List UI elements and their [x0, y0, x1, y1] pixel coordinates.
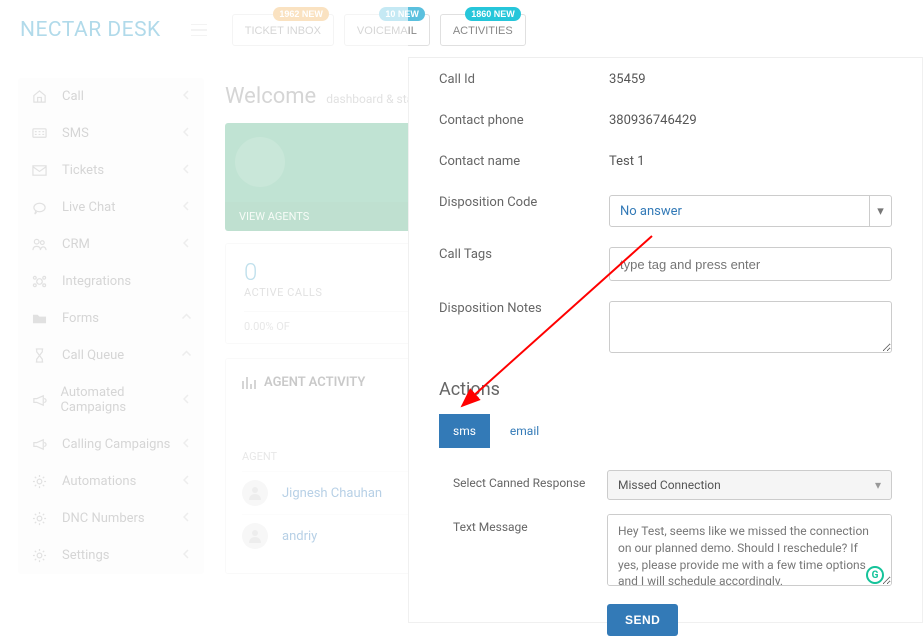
call-details-panel: Call Id 35459 Contact phone 380936746429…	[408, 57, 923, 623]
call-tags-input[interactable]	[609, 247, 892, 281]
grammarly-icon	[866, 566, 884, 584]
disposition-notes-label: Disposition Notes	[439, 301, 609, 316]
canned-response-label: Select Canned Response	[453, 470, 607, 490]
disposition-select[interactable]: No answer ▾	[609, 195, 892, 227]
overlay-dim	[0, 0, 408, 623]
text-message-textarea[interactable]	[607, 514, 892, 586]
send-button[interactable]: SEND	[607, 604, 678, 636]
badge: 1860 NEW	[465, 7, 521, 21]
call-id-label: Call Id	[439, 72, 609, 87]
call-tags-label: Call Tags	[439, 247, 609, 262]
contact-name-label: Contact name	[439, 154, 609, 169]
top-button-activities[interactable]: ACTIVITIES1860 NEW	[440, 14, 526, 46]
disposition-label: Disposition Code	[439, 195, 609, 210]
contact-phone-value: 380936746429	[609, 113, 697, 128]
text-message-label: Text Message	[453, 514, 607, 534]
tab-sms[interactable]: sms	[439, 414, 490, 448]
canned-response-select[interactable]: Missed Connection ▾	[607, 470, 892, 500]
tab-email[interactable]: email	[504, 414, 545, 448]
contact-phone-label: Contact phone	[439, 113, 609, 128]
actions-title: Actions	[439, 379, 892, 400]
chevron-down-icon: ▾	[875, 478, 881, 492]
disposition-notes-textarea[interactable]	[609, 301, 892, 353]
call-id-value: 35459	[609, 72, 646, 87]
contact-name-value: Test 1	[609, 154, 645, 169]
chevron-down-icon: ▾	[869, 196, 891, 226]
